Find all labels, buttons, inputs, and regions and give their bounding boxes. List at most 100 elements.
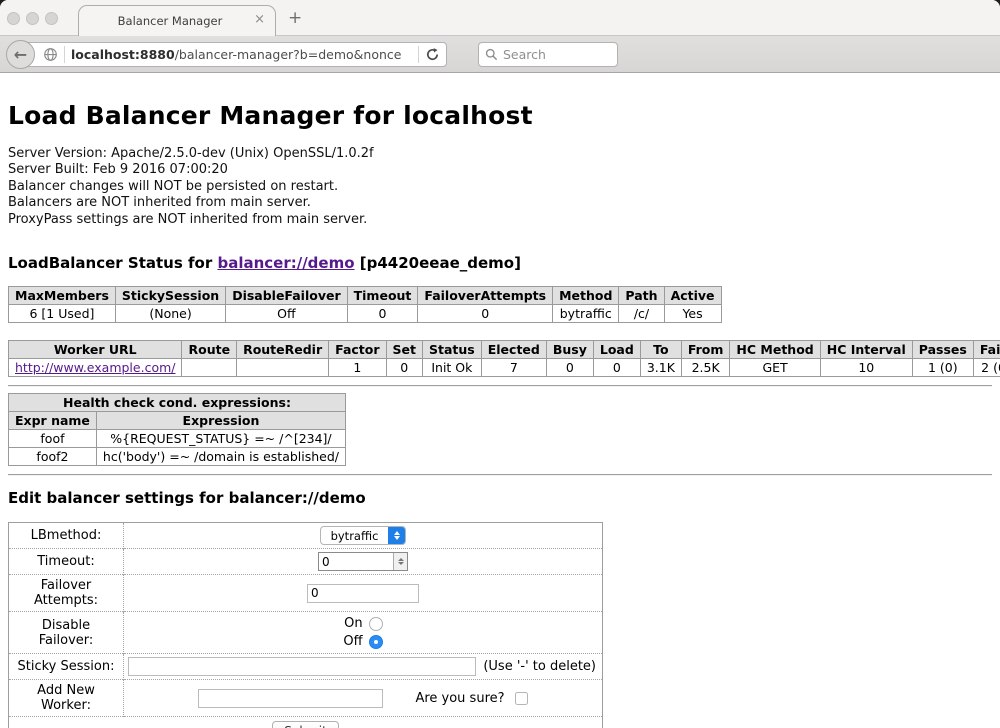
proxypass-note-line: ProxyPass settings are NOT inherited fro…	[8, 212, 992, 228]
col-maxmembers: MaxMembers	[9, 287, 116, 305]
persist-note-line: Balancer changes will NOT be persisted o…	[8, 179, 992, 195]
status-heading-prefix: LoadBalancer Status for	[8, 254, 217, 272]
url-bar[interactable]: localhost:8880/balancer-manager?b=demo&n…	[20, 42, 447, 67]
timeout-input-wrap	[318, 552, 408, 571]
urlbar-separator	[64, 46, 65, 63]
search-input[interactable]	[503, 47, 603, 62]
url-text[interactable]: localhost:8880/balancer-manager?b=demo&n…	[71, 47, 401, 62]
col-to: To	[640, 341, 681, 359]
disable-failover-on-radio[interactable]	[369, 617, 383, 631]
disable-failover-row: Disable Failover: On Off	[9, 612, 603, 654]
status-heading-suffix: [p4420eeae_demo]	[355, 254, 521, 272]
reload-icon[interactable]	[425, 47, 440, 62]
back-button[interactable]: ←	[6, 40, 35, 69]
divider-before-edit	[8, 474, 992, 476]
window-close-button[interactable]	[7, 12, 20, 25]
loadbalancer-status-heading: LoadBalancer Status for balancer://demo …	[8, 254, 992, 272]
cell-method: bytraffic	[553, 305, 619, 323]
lbmethod-label: LBmethod:	[9, 523, 124, 549]
failover-attempts-input[interactable]	[307, 584, 419, 603]
col-load: Load	[593, 341, 640, 359]
submit-button[interactable]: Submit	[272, 721, 339, 728]
cell-hc-method: GET	[730, 359, 820, 377]
cell-from: 2.5K	[681, 359, 730, 377]
are-you-sure-checkbox[interactable]	[515, 692, 528, 705]
col-active: Active	[664, 287, 721, 305]
cell-status: Init Ok	[423, 359, 482, 377]
titlebar: Balancer Manager × +	[0, 0, 1000, 36]
worker-data-row: http://www.example.com/ 1 0 Init Ok 7 0 …	[9, 359, 1000, 377]
col-status: Status	[423, 341, 482, 359]
window-zoom-button[interactable]	[45, 12, 58, 25]
balancer-demo-link[interactable]: balancer://demo	[217, 254, 354, 272]
lbmethod-selected-value: bytraffic	[321, 529, 389, 543]
col-hc-interval: HC Interval	[820, 341, 912, 359]
sticky-session-input[interactable]	[128, 657, 476, 676]
cell-routeredir	[237, 359, 329, 377]
col-set: Set	[386, 341, 422, 359]
cell-busy: 0	[546, 359, 593, 377]
add-worker-input[interactable]	[198, 689, 383, 708]
cell-expression-1: %{REQUEST_STATUS} =~ /^[234]/	[96, 430, 345, 448]
urlbar-separator2	[418, 46, 419, 63]
edit-settings-heading: Edit balancer settings for balancer://de…	[8, 489, 992, 507]
cell-stickysession: (None)	[115, 305, 225, 323]
balancer-status-table: MaxMembers StickySession DisableFailover…	[8, 286, 722, 323]
balancer-data-row: 6 [1 Used] (None) Off 0 0 bytraffic /c/ …	[9, 305, 722, 323]
cell-disablefailover: Off	[226, 305, 347, 323]
cell-expr-name-1: foof	[9, 430, 97, 448]
page-identity-globe-icon[interactable]	[43, 47, 58, 62]
search-icon	[485, 48, 498, 61]
new-tab-button[interactable]: +	[288, 8, 302, 28]
col-failoverattempts: FailoverAttempts	[418, 287, 553, 305]
server-info: Server Version: Apache/2.5.0-dev (Unix) …	[8, 146, 992, 228]
timeout-input[interactable]	[319, 553, 393, 570]
radio-on-label: On	[344, 616, 362, 631]
page-content: Load Balancer Manager for localhost Serv…	[0, 73, 1000, 728]
hc-table-title: Health check cond. expressions:	[9, 394, 346, 412]
cell-fails: 2 (0)	[973, 359, 1000, 377]
col-timeout: Timeout	[347, 287, 418, 305]
timeout-row: Timeout:	[9, 549, 603, 575]
browser-window: Balancer Manager × + ← localhost:8880/ba…	[0, 0, 1000, 728]
window-minimize-button[interactable]	[26, 12, 39, 25]
cell-expr-name-2: foof2	[9, 448, 97, 466]
server-version-line: Server Version: Apache/2.5.0-dev (Unix) …	[8, 146, 992, 162]
col-routeredir: RouteRedir	[237, 341, 329, 359]
failover-attempts-row: Failover Attempts:	[9, 575, 603, 612]
col-stickysession: StickySession	[115, 287, 225, 305]
col-disablefailover: DisableFailover	[226, 287, 347, 305]
worker-url-link[interactable]: http://www.example.com/	[15, 360, 175, 375]
col-factor: Factor	[329, 341, 386, 359]
page-title: Load Balancer Manager for localhost	[8, 101, 992, 130]
sticky-delete-hint: (Use '-' to delete)	[483, 659, 598, 674]
lbmethod-select[interactable]: bytraffic	[320, 526, 407, 545]
radio-off-label: Off	[343, 634, 362, 649]
navigation-toolbar: ← localhost:8880/balancer-manager?b=demo…	[0, 36, 1000, 73]
col-passes: Passes	[912, 341, 973, 359]
tab-balancer-manager[interactable]: Balancer Manager ×	[78, 5, 276, 36]
disable-failover-label: Disable Failover:	[9, 612, 124, 654]
timeout-spinner[interactable]	[393, 553, 407, 570]
hc-row-foof2: foof2 hc('body') =~ /domain is establish…	[9, 448, 346, 466]
disable-failover-off-radio[interactable]	[369, 635, 383, 649]
cell-active: Yes	[664, 305, 721, 323]
worker-header-row: Worker URL Route RouteRedir Factor Set S…	[9, 341, 1000, 359]
col-fails: Fails	[973, 341, 1000, 359]
hc-title-row: Health check cond. expressions:	[9, 394, 346, 412]
worker-table: Worker URL Route RouteRedir Factor Set S…	[8, 340, 1000, 377]
tab-title: Balancer Manager	[118, 14, 237, 28]
cell-hc-interval: 10	[820, 359, 912, 377]
timeout-label: Timeout:	[9, 549, 124, 575]
balancer-header-row: MaxMembers StickySession DisableFailover…	[9, 287, 722, 305]
cell-passes: 1 (0)	[912, 359, 973, 377]
divider-after-worker-table	[8, 385, 992, 387]
cell-elected: 7	[481, 359, 546, 377]
col-route: Route	[182, 341, 237, 359]
select-chevrons-icon	[388, 526, 405, 545]
tab-close-icon[interactable]: ×	[254, 13, 265, 26]
search-bar[interactable]	[478, 42, 618, 67]
sticky-session-row: Sticky Session: (Use '-' to delete)	[9, 654, 603, 680]
cell-failoverattempts: 0	[418, 305, 553, 323]
lbmethod-row: LBmethod: bytraffic	[9, 523, 603, 549]
